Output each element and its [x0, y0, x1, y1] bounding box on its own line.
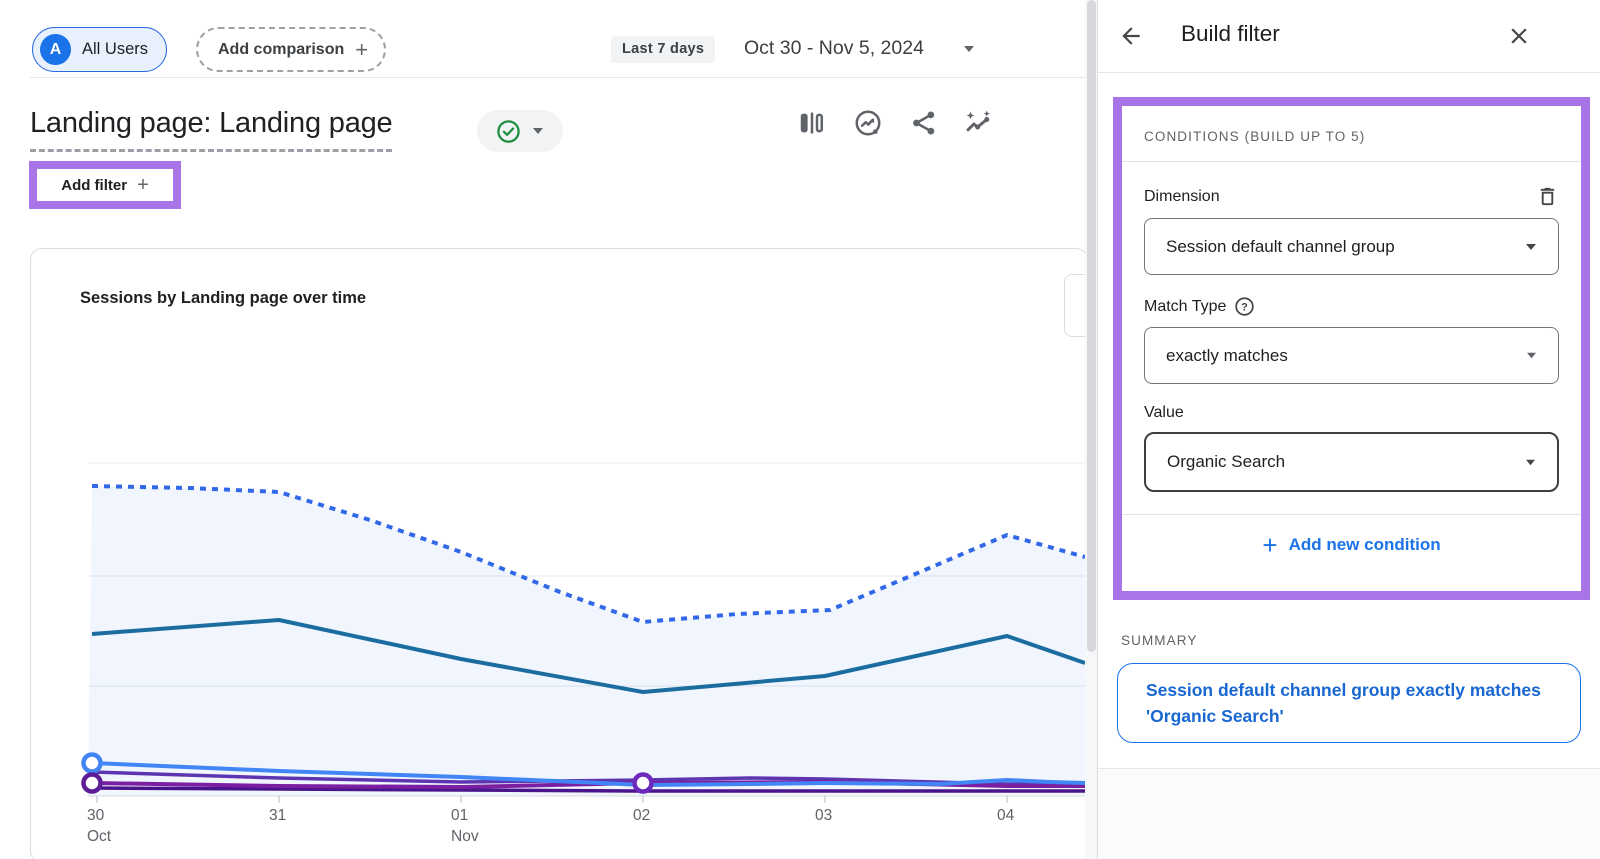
chart-tick-label: 30	[87, 807, 105, 824]
chevron-down-icon	[1524, 458, 1537, 467]
header-divider	[30, 77, 1085, 78]
summary-box: Session default channel group exactly ma…	[1117, 663, 1581, 743]
panel-header-divider	[1098, 72, 1600, 73]
value-label: Value	[1144, 404, 1559, 422]
svg-text:?: ?	[1242, 301, 1249, 313]
segment-avatar: A	[40, 34, 71, 65]
conditions-section-label: CONDITIONS (BUILD UP TO 5)	[1144, 129, 1559, 144]
chart-data-point-marker	[84, 755, 101, 772]
match-type-select[interactable]: exactly matches	[1144, 327, 1559, 384]
plus-icon: +	[1262, 532, 1277, 558]
back-arrow-icon[interactable]	[1118, 23, 1144, 49]
chart-tick-label: 04	[997, 807, 1015, 824]
chart-tick-sublabel: Oct	[87, 828, 112, 845]
share-icon[interactable]	[909, 108, 939, 138]
chart-tick-sublabel: Nov	[451, 828, 479, 845]
chevron-down-icon	[1524, 242, 1538, 252]
dimension-status-dropdown[interactable]	[477, 110, 563, 152]
value-select[interactable]: Organic Search	[1144, 432, 1559, 492]
add-comparison-button[interactable]: Add comparison +	[196, 27, 386, 72]
build-filter-panel: Build filter CONDITIONS (BUILD UP TO 5) …	[1097, 0, 1600, 859]
page-title[interactable]: Landing page: Landing page	[30, 107, 392, 152]
dimension-select-value: Session default channel group	[1166, 237, 1395, 257]
chart-data-point-marker	[84, 775, 101, 792]
add-comparison-label: Add comparison	[218, 41, 344, 59]
conditions-highlight-box: CONDITIONS (BUILD UP TO 5) Dimension Ses…	[1113, 97, 1590, 600]
ga4-report-screen: A All Users Add comparison + Last 7 days…	[0, 0, 1600, 859]
date-preset-badge: Last 7 days	[611, 36, 715, 63]
date-range-text[interactable]: Oct 30 - Nov 5, 2024	[744, 37, 924, 60]
chart-area-fill	[88, 486, 1085, 796]
insights-sparkline-icon[interactable]	[963, 108, 993, 138]
summary-section-label: SUMMARY	[1121, 633, 1197, 648]
help-icon[interactable]: ?	[1234, 296, 1255, 317]
close-icon[interactable]	[1506, 23, 1532, 49]
dimension-select[interactable]: Session default channel group	[1144, 218, 1559, 275]
plus-icon: +	[137, 175, 149, 195]
segment-pill-all-users[interactable]: A All Users	[32, 27, 167, 72]
conditions-divider	[1122, 161, 1581, 162]
sessions-line-chart: 30 Oct 31 01 Nov 02 03 04	[30, 248, 1085, 859]
chart-tick-label: 01	[451, 807, 468, 824]
trash-icon[interactable]	[1536, 185, 1559, 208]
segment-label: All Users	[82, 40, 148, 59]
value-select-value: Organic Search	[1167, 452, 1285, 472]
add-filter-highlight-box: Add filter +	[29, 161, 181, 209]
panel-title: Build filter	[1181, 21, 1280, 47]
summary-text: Session default channel group exactly ma…	[1146, 677, 1560, 729]
dimension-label: Dimension	[1144, 188, 1220, 206]
add-filter-button[interactable]: Add filter +	[61, 175, 149, 195]
date-range-caret-icon[interactable]	[962, 44, 976, 54]
scrollbar-thumb[interactable]	[1087, 0, 1096, 652]
match-type-select-value: exactly matches	[1166, 346, 1288, 366]
chevron-down-icon	[531, 126, 545, 136]
panel-footer	[1098, 769, 1600, 859]
add-new-condition-button[interactable]: + Add new condition	[1122, 515, 1581, 574]
vertical-scrollbar[interactable]	[1085, 0, 1097, 859]
gauge-trend-icon[interactable]	[853, 108, 883, 138]
green-check-circle-icon	[495, 118, 522, 145]
chart-tick-label: 31	[269, 807, 286, 824]
comparison-columns-icon[interactable]	[797, 108, 827, 138]
chart-tick-label: 03	[815, 807, 832, 824]
chevron-down-icon	[1525, 351, 1538, 360]
add-new-condition-label: Add new condition	[1289, 535, 1441, 555]
add-filter-label: Add filter	[61, 177, 127, 194]
chart-data-point-marker	[635, 775, 652, 792]
chart-tick-label: 02	[633, 807, 650, 824]
plus-icon: +	[355, 39, 368, 61]
match-type-label: Match Type	[1144, 298, 1226, 316]
